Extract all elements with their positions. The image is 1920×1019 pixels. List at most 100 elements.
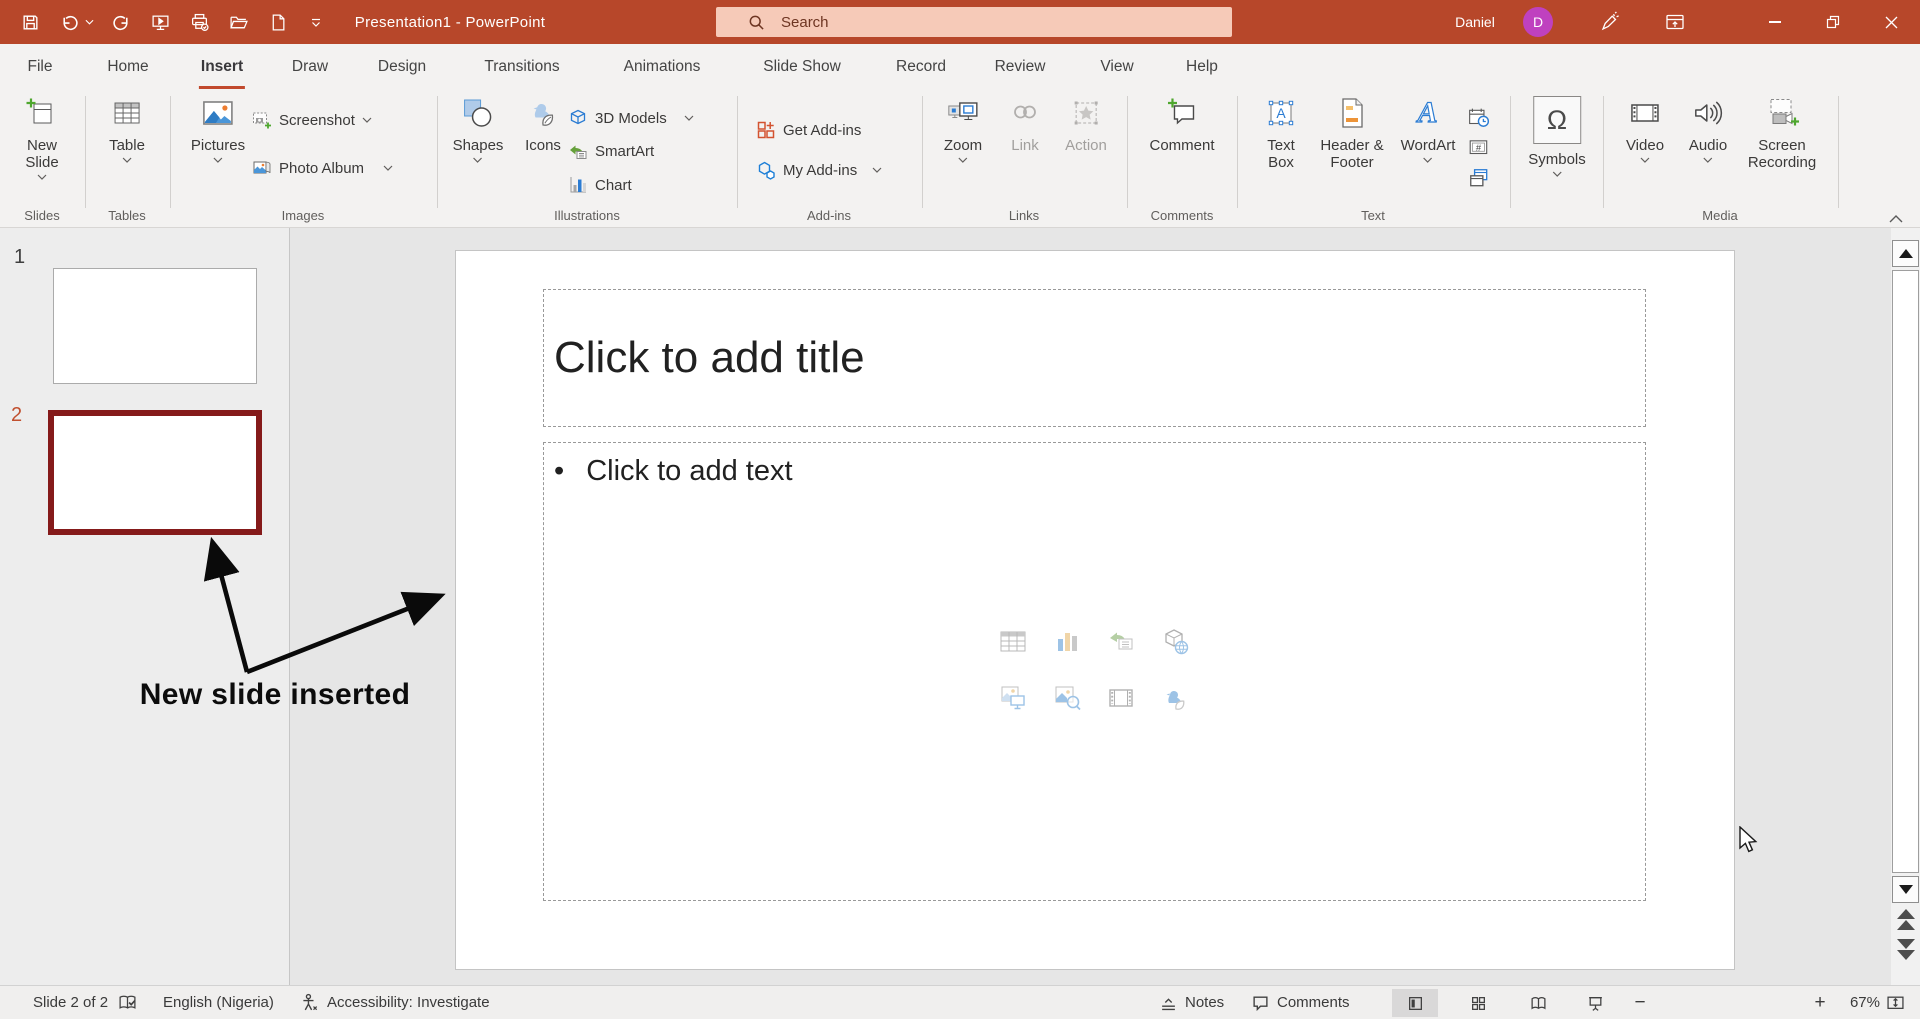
spell-check-button[interactable] bbox=[118, 986, 137, 1019]
audio-button[interactable]: Audio bbox=[1689, 96, 1727, 163]
scroll-up-button[interactable] bbox=[1892, 240, 1919, 267]
user-name[interactable]: Daniel bbox=[1442, 0, 1508, 44]
close-icon bbox=[1885, 16, 1898, 29]
customize-quick-access-button[interactable] bbox=[304, 10, 328, 34]
chevron-down-icon bbox=[1640, 157, 1650, 163]
chevron-down-icon bbox=[1423, 157, 1433, 163]
insert-smartart-button[interactable] bbox=[1106, 627, 1136, 657]
zoom-in-button[interactable]: + bbox=[1808, 986, 1832, 1019]
insert-chart-button[interactable] bbox=[1052, 627, 1082, 657]
header-footer-button[interactable]: Header & Footer bbox=[1319, 96, 1385, 171]
insert-3d-model-button[interactable] bbox=[1160, 627, 1190, 657]
next-slide-button[interactable] bbox=[1896, 936, 1916, 962]
slide-2-thumbnail-selected[interactable] bbox=[48, 410, 262, 535]
pictures-button[interactable]: Pictures bbox=[191, 96, 245, 163]
open-button[interactable] bbox=[226, 10, 250, 34]
language-button[interactable]: English (Nigeria) bbox=[163, 986, 274, 1019]
scrollbar-thumb[interactable] bbox=[1892, 270, 1919, 873]
icons-button[interactable]: Icons bbox=[525, 96, 561, 154]
new-file-button[interactable] bbox=[265, 10, 289, 34]
title-placeholder[interactable]: Click to add title bbox=[543, 289, 1646, 427]
insert-video-button[interactable] bbox=[1106, 683, 1136, 713]
table-button[interactable]: Table bbox=[109, 96, 145, 163]
symbols-button[interactable]: Ω Symbols bbox=[1528, 96, 1586, 177]
action-button: Action bbox=[1065, 96, 1107, 154]
insert-object-button[interactable] bbox=[1468, 164, 1490, 192]
screenshot-button[interactable]: Screenshot bbox=[252, 106, 372, 134]
start-from-beginning-button[interactable] bbox=[148, 10, 172, 34]
screen-recording-icon bbox=[1764, 96, 1800, 130]
tab-home[interactable]: Home bbox=[101, 44, 154, 90]
undo-button[interactable] bbox=[57, 10, 81, 34]
redo-button[interactable] bbox=[109, 10, 133, 34]
shapes-icon bbox=[461, 96, 495, 130]
insert-icon-button[interactable] bbox=[1160, 683, 1190, 713]
tab-help[interactable]: Help bbox=[1180, 44, 1224, 90]
save-button[interactable] bbox=[18, 10, 42, 34]
tab-design[interactable]: Design bbox=[372, 44, 432, 90]
notes-button[interactable]: Notes bbox=[1160, 986, 1224, 1019]
collapse-ribbon-button[interactable] bbox=[1888, 214, 1904, 224]
zoom-out-button[interactable]: − bbox=[1628, 986, 1652, 1019]
undo-dropdown-button[interactable] bbox=[84, 10, 94, 34]
close-button[interactable] bbox=[1862, 0, 1920, 44]
new-slide-button[interactable]: New Slide bbox=[16, 96, 68, 180]
smartart-button[interactable]: SmartArt bbox=[568, 137, 654, 165]
insert-online-pictures-button[interactable] bbox=[1052, 683, 1082, 713]
double-up-icon bbox=[1897, 920, 1915, 930]
tab-file[interactable]: File bbox=[22, 44, 59, 90]
photo-album-button[interactable]: Photo Album bbox=[252, 154, 393, 182]
restore-button[interactable] bbox=[1804, 0, 1862, 44]
print-preview-button[interactable] bbox=[187, 10, 211, 34]
accessibility-button[interactable]: Accessibility: Investigate bbox=[300, 986, 490, 1019]
my-addins-button[interactable]: My Add-ins bbox=[756, 156, 882, 184]
slide-sorter-view-button[interactable] bbox=[1455, 989, 1501, 1017]
photo-album-icon bbox=[252, 158, 272, 178]
comments-button[interactable]: Comments bbox=[1252, 986, 1350, 1019]
minimize-button[interactable] bbox=[1746, 0, 1804, 44]
tab-draw[interactable]: Draw bbox=[286, 44, 334, 90]
quick-access-toolbar bbox=[18, 0, 328, 44]
new-slide-icon bbox=[25, 96, 59, 130]
slide-show-view-button[interactable] bbox=[1572, 989, 1618, 1017]
save-icon bbox=[21, 13, 40, 32]
normal-view-button[interactable] bbox=[1392, 989, 1438, 1017]
tab-record[interactable]: Record bbox=[890, 44, 952, 90]
ribbon-display-icon bbox=[1665, 13, 1685, 31]
slide-number-button[interactable]: # bbox=[1468, 134, 1490, 162]
tab-insert[interactable]: Insert bbox=[195, 44, 249, 90]
minimize-icon bbox=[1769, 21, 1781, 23]
zoom-button[interactable]: Zoom bbox=[944, 96, 982, 163]
shapes-button[interactable]: Shapes bbox=[453, 96, 504, 163]
reading-view-button[interactable] bbox=[1515, 989, 1561, 1017]
chart-button[interactable]: Chart bbox=[568, 171, 632, 199]
tab-view[interactable]: View bbox=[1094, 44, 1139, 90]
ribbon-display-options-button[interactable] bbox=[1660, 7, 1690, 37]
screen-recording-button[interactable]: Screen Recording bbox=[1741, 96, 1823, 171]
scroll-down-button[interactable] bbox=[1892, 876, 1919, 903]
get-addins-button[interactable]: Get Add-ins bbox=[756, 116, 861, 144]
tab-review[interactable]: Review bbox=[989, 44, 1052, 90]
wordart-button[interactable]: A WordArt bbox=[1401, 96, 1456, 163]
presenter-coach-button[interactable] bbox=[1594, 7, 1624, 37]
video-button[interactable]: Video bbox=[1626, 96, 1664, 163]
table-icon bbox=[110, 96, 144, 130]
text-box-button[interactable]: A Text Box bbox=[1259, 96, 1303, 171]
3d-models-button[interactable]: 3D Models bbox=[568, 104, 694, 132]
search-box[interactable] bbox=[716, 7, 1232, 37]
insert-stock-image-button[interactable] bbox=[998, 683, 1028, 713]
avatar[interactable]: D bbox=[1523, 7, 1553, 37]
tab-transitions[interactable]: Transitions bbox=[478, 44, 565, 90]
insert-table-button[interactable] bbox=[998, 627, 1028, 657]
date-time-button[interactable] bbox=[1468, 104, 1490, 132]
fit-slide-to-window-button[interactable] bbox=[1886, 986, 1905, 1019]
comment-button[interactable]: Comment bbox=[1149, 96, 1214, 154]
double-up-icon bbox=[1897, 909, 1915, 919]
tab-slide-show[interactable]: Slide Show bbox=[757, 44, 847, 90]
previous-slide-button[interactable] bbox=[1896, 906, 1916, 932]
zoom-percent[interactable]: 67% bbox=[1838, 986, 1880, 1019]
spellcheck-book-icon bbox=[118, 993, 137, 1012]
search-input[interactable] bbox=[779, 13, 1232, 32]
slide-1-thumbnail[interactable] bbox=[53, 268, 257, 384]
tab-animations[interactable]: Animations bbox=[618, 44, 707, 90]
